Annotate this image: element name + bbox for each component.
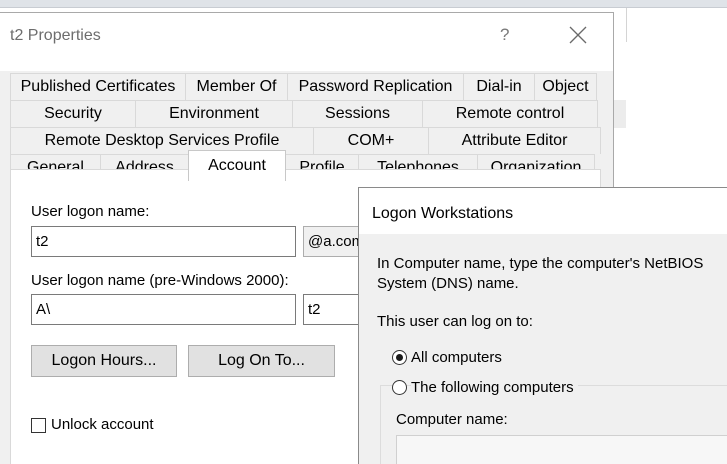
pre2000-logon-name-label: User logon name (pre-Windows 2000): bbox=[31, 272, 289, 289]
all-computers-label: All computers bbox=[411, 349, 502, 366]
tab-member-of[interactable]: Member Of bbox=[185, 73, 288, 100]
tab-password-replication[interactable]: Password Replication bbox=[287, 73, 464, 100]
tab-row-3: Remote Desktop Services Profile COM+ Att… bbox=[10, 127, 601, 154]
computer-name-input[interactable] bbox=[396, 435, 727, 464]
tab-object[interactable]: Object bbox=[534, 73, 597, 100]
tab-published-certificates[interactable]: Published Certificates bbox=[10, 73, 186, 100]
following-computers-label: The following computers bbox=[411, 379, 578, 396]
logon-name-input[interactable]: t2 bbox=[31, 226, 296, 257]
following-computers-radio[interactable] bbox=[392, 380, 407, 395]
tab-security[interactable]: Security bbox=[10, 100, 136, 127]
logon-hours-button[interactable]: Logon Hours... bbox=[31, 345, 177, 377]
logon-name-label: User logon name: bbox=[31, 203, 150, 220]
tab-row-1: Published Certificates Member Of Passwor… bbox=[10, 73, 597, 100]
logon-workstations-titlebar: Logon Workstations bbox=[359, 188, 727, 234]
pre2000-logon-name-input[interactable]: t2 bbox=[303, 294, 363, 325]
computer-name-label: Computer name: bbox=[396, 411, 508, 428]
tab-com-plus[interactable]: COM+ bbox=[313, 127, 429, 154]
radio-selected-dot bbox=[396, 354, 403, 361]
unlock-account-checkbox[interactable] bbox=[31, 418, 46, 433]
upn-suffix-dropdown[interactable]: @a.com bbox=[303, 226, 363, 257]
tab-dial-in[interactable]: Dial-in bbox=[463, 73, 535, 100]
logon-workstations-title: Logon Workstations bbox=[372, 205, 514, 222]
tab-environment[interactable]: Environment bbox=[135, 100, 293, 127]
tab-row-2: Security Environment Sessions Remote con… bbox=[10, 100, 598, 127]
help-button[interactable]: ? bbox=[500, 25, 509, 45]
log-on-to-button[interactable]: Log On To... bbox=[188, 345, 335, 377]
background-divider bbox=[626, 8, 627, 42]
tab-account[interactable]: Account bbox=[188, 150, 286, 181]
all-computers-radio[interactable] bbox=[392, 350, 407, 365]
close-icon bbox=[569, 26, 587, 44]
instruction-text-line2: System (DNS) name. bbox=[377, 275, 519, 292]
can-log-on-to-label: This user can log on to: bbox=[377, 313, 533, 330]
background-window-strip bbox=[0, 0, 727, 8]
tab-remote-control[interactable]: Remote control bbox=[422, 100, 598, 127]
logon-workstations-dialog: Logon Workstations In Computer name, typ… bbox=[358, 187, 727, 464]
instruction-text-line1: In Computer name, type the computer's Ne… bbox=[377, 255, 704, 272]
close-button[interactable] bbox=[566, 23, 590, 47]
pre2000-domain-field: A\ bbox=[31, 294, 296, 325]
tab-sessions[interactable]: Sessions bbox=[292, 100, 423, 127]
dialog-title: t2 Properties bbox=[10, 27, 101, 44]
tab-attribute-editor[interactable]: Attribute Editor bbox=[428, 127, 601, 154]
unlock-account-label: Unlock account bbox=[51, 416, 154, 433]
